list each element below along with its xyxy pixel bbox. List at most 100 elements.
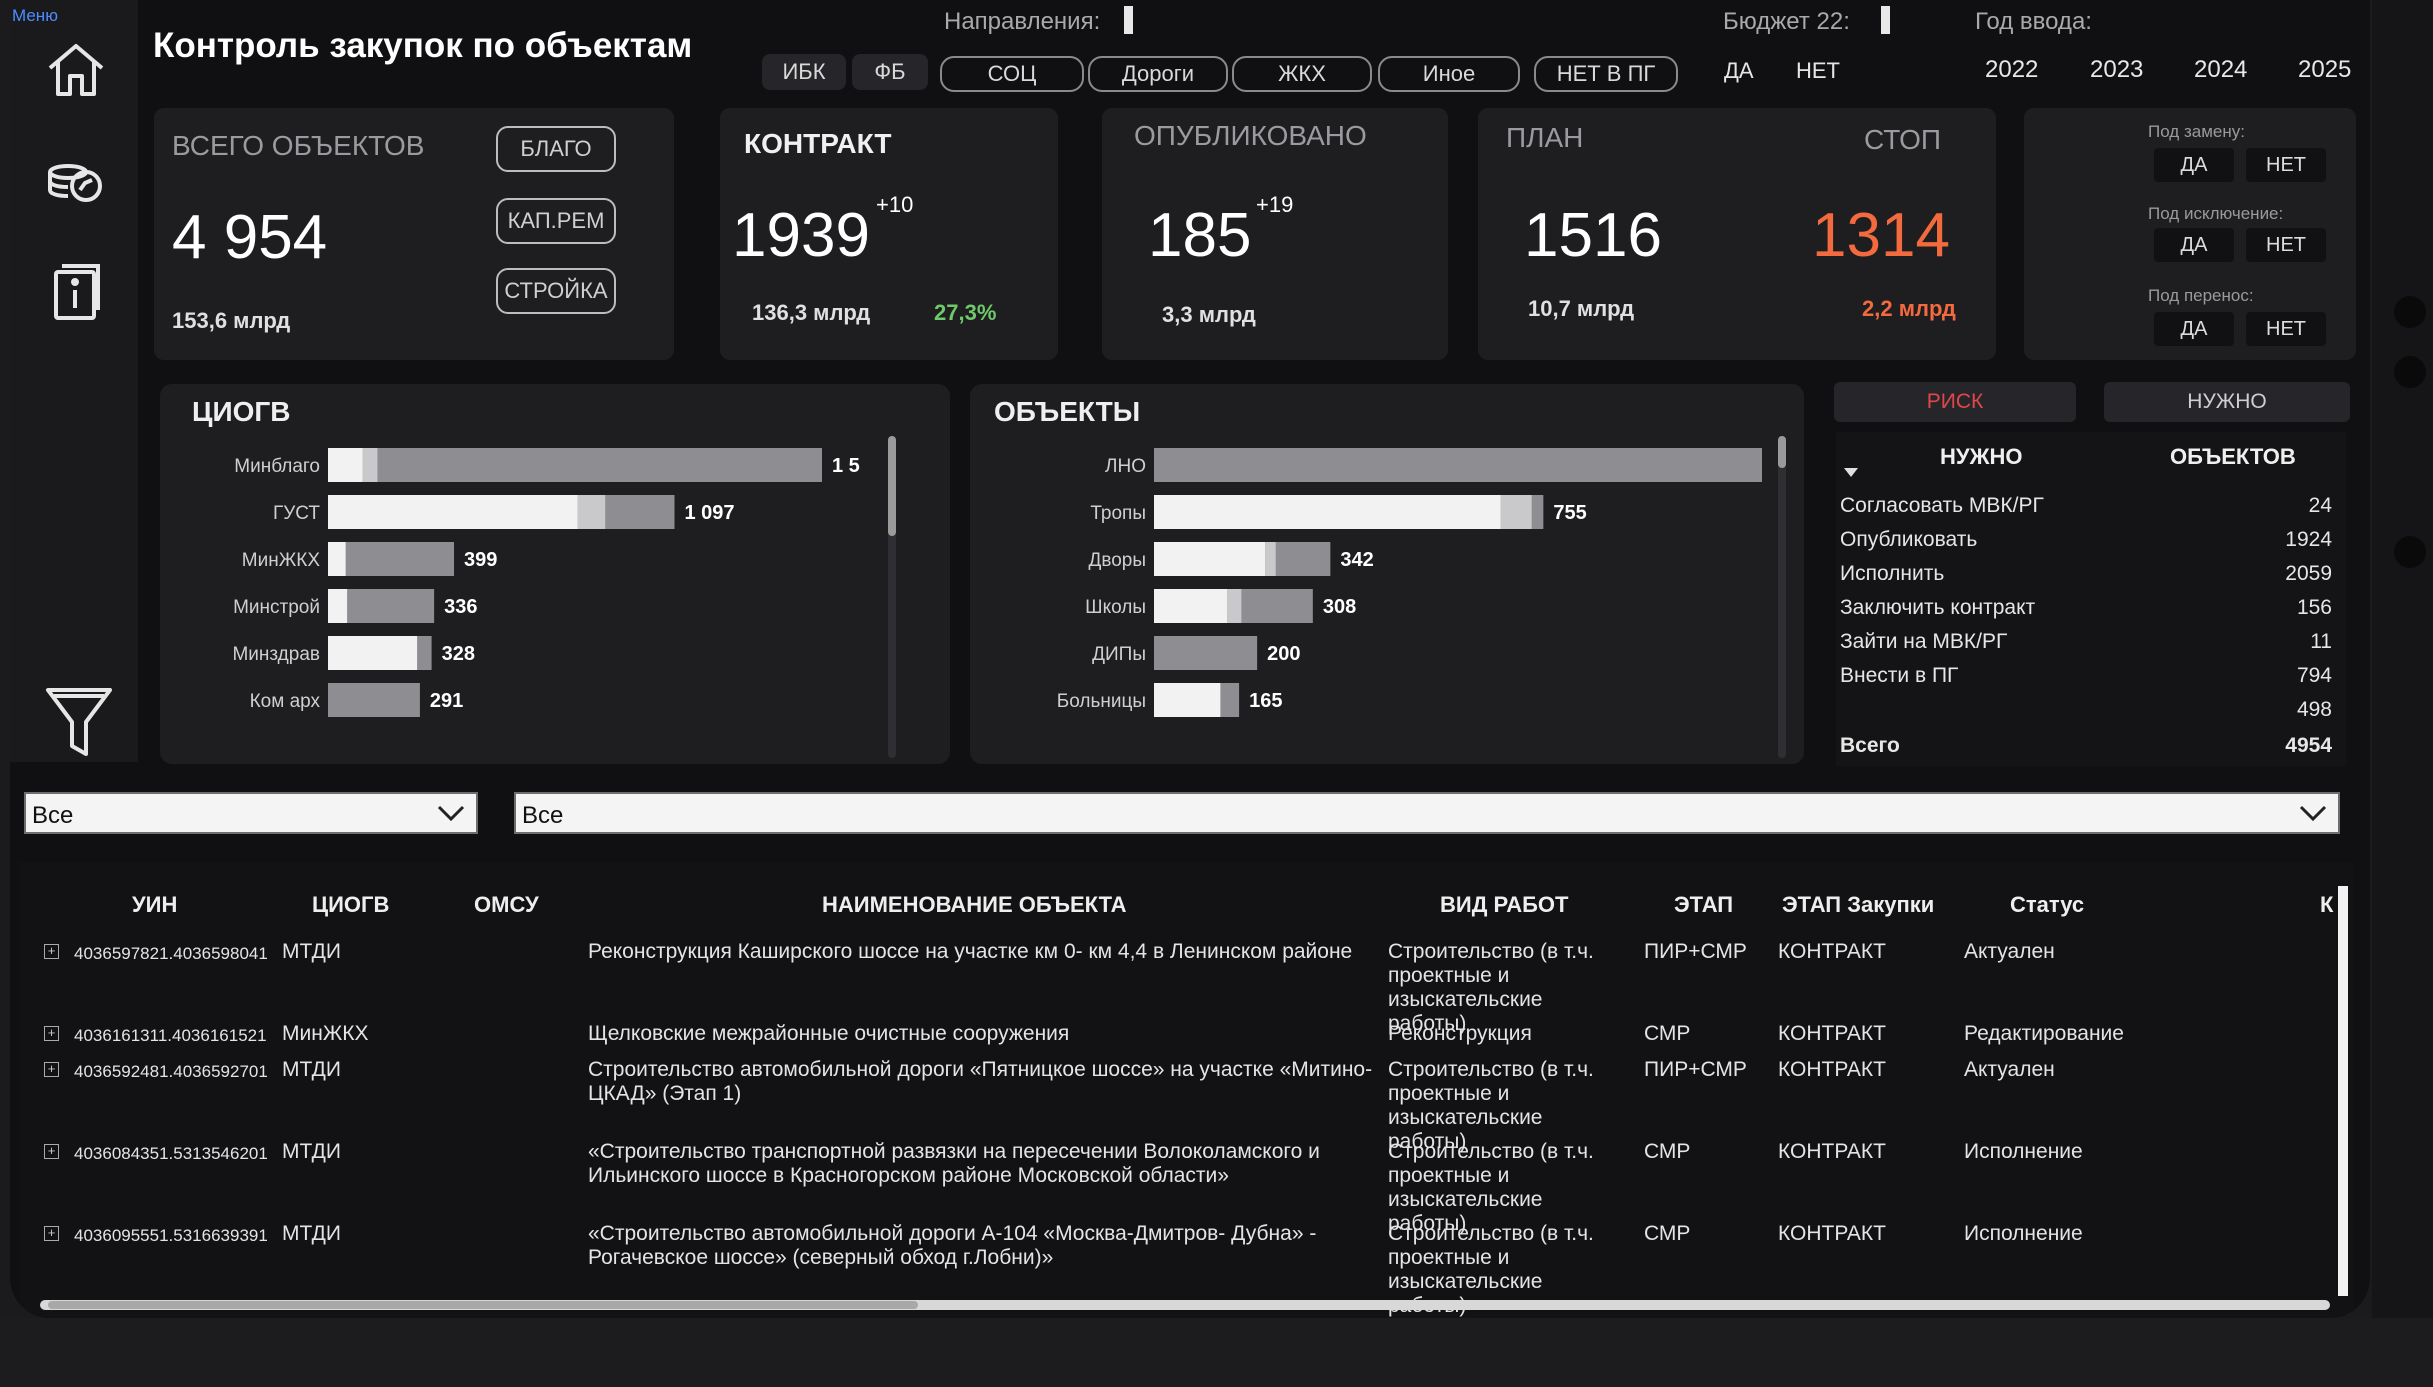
col-omsu[interactable]: ОМСУ — [474, 892, 539, 918]
tag-fb[interactable]: ФБ — [852, 54, 928, 90]
object-select[interactable]: Все — [514, 792, 2340, 834]
postpone-no[interactable]: НЕТ — [2246, 312, 2326, 346]
postpone-yes[interactable]: ДА — [2154, 312, 2234, 346]
bar-segment-done[interactable] — [328, 542, 346, 576]
year-2022[interactable]: 2022 — [1985, 56, 2038, 84]
bar-segment-progress[interactable] — [362, 448, 378, 482]
needs-col-objects[interactable]: ОБЪЕКТОВ — [2170, 444, 2296, 470]
expand-plus-icon[interactable]: + — [44, 1226, 59, 1241]
chart-objects-scrollbar[interactable] — [1778, 436, 1786, 758]
bar[interactable] — [328, 683, 420, 717]
sort-indicator-icon[interactable] — [1844, 468, 1858, 477]
needs-row[interactable]: Внести в ПГ 794 — [1836, 660, 2346, 694]
col-object-name[interactable]: НАИМЕНОВАНИЕ ОБЪЕКТА — [822, 892, 1127, 918]
col-works[interactable]: ВИД РАБОТ — [1440, 892, 1568, 918]
bar[interactable] — [328, 542, 455, 576]
bar-segment-done[interactable] — [328, 589, 348, 623]
bar-segment-done[interactable] — [328, 448, 363, 482]
needs-row[interactable]: Согласовать МВК/РГ 24 — [1836, 490, 2346, 524]
needs-col-need[interactable]: НУЖНО — [1940, 444, 2022, 470]
blago-button[interactable]: БЛАГО — [496, 126, 616, 172]
bar-value-label: 399 — [464, 549, 497, 571]
chart-ciogv-scroll-thumb[interactable] — [888, 436, 896, 536]
menu-link[interactable]: Меню — [12, 6, 58, 26]
chart-ciogv-scrollbar[interactable] — [888, 436, 896, 758]
bar[interactable] — [1154, 636, 1258, 670]
filter-icon[interactable] — [44, 686, 114, 765]
replace-no[interactable]: НЕТ — [2246, 148, 2326, 182]
chart-objects-title: ОБЪЕКТЫ — [994, 396, 1141, 427]
cell-name: «Строительство транспортной развязки на … — [588, 1140, 1320, 1187]
cell-purchase: КОНТРАКТ — [1778, 1222, 1886, 1245]
exclude-no[interactable]: НЕТ — [2246, 228, 2326, 262]
cell-ciogv: МТДИ — [282, 1058, 341, 1081]
needs-row[interactable]: Исполнить 2059 — [1836, 558, 2346, 592]
bar-segment-done[interactable] — [1154, 683, 1221, 717]
needs-row[interactable]: 498 — [1836, 694, 2346, 728]
cell-status: Редактирование — [1964, 1022, 2124, 1045]
tag-not-in-pg[interactable]: НЕТ В ПГ — [1534, 56, 1678, 92]
year-2023[interactable]: 2023 — [2090, 56, 2143, 84]
bar-segment-progress[interactable] — [1265, 542, 1276, 576]
expand-plus-icon[interactable]: + — [44, 1026, 59, 1041]
bar-segment-done[interactable] — [1154, 589, 1228, 623]
bar-segment-done[interactable] — [1154, 542, 1266, 576]
exclude-yes[interactable]: ДА — [2154, 228, 2234, 262]
needs-row[interactable]: Опубликовать 1924 — [1836, 524, 2346, 558]
col-purchase-stage[interactable]: ЭТАП Закупки — [1782, 892, 1934, 918]
expand-plus-icon[interactable]: + — [44, 1144, 59, 1159]
col-ciogv[interactable]: ЦИОГВ — [312, 892, 389, 918]
bar-segment-progress[interactable] — [1227, 589, 1242, 623]
bar-segment-progress[interactable] — [1500, 495, 1532, 529]
bar-segment-progress[interactable] — [577, 495, 606, 529]
tag-ibk[interactable]: ИБК — [762, 54, 846, 90]
bar-segment-done[interactable] — [328, 495, 578, 529]
card-contract-pct: 27,3% — [934, 300, 997, 325]
table-vertical-scrollbar[interactable] — [2338, 886, 2348, 1296]
col-stage[interactable]: ЭТАП — [1674, 892, 1733, 918]
chevron-down-icon[interactable] — [436, 800, 466, 833]
cell-uin: 4036161311.4036161521 — [74, 1026, 267, 1045]
bar-value-label: 755 — [1553, 502, 1586, 524]
col-k[interactable]: К — [2320, 892, 2333, 918]
year-2025[interactable]: 2025 — [2298, 56, 2351, 84]
tag-roads[interactable]: Дороги — [1088, 56, 1228, 92]
kaprem-button[interactable]: КАП.РЕМ — [496, 198, 616, 244]
card-published-delta: +19 — [1256, 192, 1294, 217]
bar-segment-done[interactable] — [328, 636, 418, 670]
budget-no[interactable]: НЕТ — [1796, 58, 1840, 84]
needs-row-value: 1924 — [2285, 528, 2332, 551]
ciogv-select[interactable]: Все — [24, 792, 478, 834]
chevron-down-icon[interactable] — [2298, 800, 2328, 833]
replace-yes[interactable]: ДА — [2154, 148, 2234, 182]
table-horizontal-scroll-thumb[interactable] — [48, 1301, 918, 1309]
chart-objects-scroll-thumb[interactable] — [1778, 436, 1786, 468]
info-book-icon[interactable] — [44, 262, 108, 331]
risk-tab[interactable]: РИСК — [1834, 382, 2076, 422]
chart-objects: ЛНО1 179Тропы755Дворы342Школы308ДИПы200Б… — [1057, 448, 1762, 717]
bar-segment-done[interactable] — [1154, 495, 1501, 529]
col-uin[interactable]: УИН — [132, 892, 177, 918]
need-tab[interactable]: НУЖНО — [2104, 382, 2350, 422]
needs-row[interactable]: Заключить контракт 156 — [1836, 592, 2346, 626]
device-sensor-dot — [2394, 356, 2426, 388]
home-icon[interactable] — [44, 38, 108, 107]
needs-row[interactable]: Зайти на МВК/РГ 11 — [1836, 626, 2346, 660]
needs-row-label: Исполнить — [1840, 562, 1945, 585]
card-contract-title: КОНТРАКТ — [744, 128, 892, 159]
tag-soc[interactable]: СОЦ — [940, 56, 1084, 92]
col-status[interactable]: Статус — [2010, 892, 2084, 918]
expand-plus-icon[interactable]: + — [44, 1062, 59, 1077]
year-2024[interactable]: 2024 — [2194, 56, 2247, 84]
card-published: ОПУБЛИКОВАНО 185 +19 3,3 млрд — [1102, 108, 1448, 360]
stroika-button[interactable]: СТРОЙКА — [496, 268, 616, 314]
budget-yes[interactable]: ДА — [1724, 58, 1754, 84]
coins-chart-icon[interactable] — [44, 150, 108, 219]
table-horizontal-scrollbar[interactable] — [40, 1300, 2330, 1310]
expand-plus-icon[interactable]: + — [44, 944, 59, 959]
bar[interactable] — [328, 448, 822, 482]
tag-zhkh[interactable]: ЖКХ — [1232, 56, 1372, 92]
bar[interactable] — [1154, 448, 1762, 482]
card-total-title: ВСЕГО ОБЪЕКТОВ — [172, 130, 425, 161]
tag-other[interactable]: Иное — [1378, 56, 1520, 92]
